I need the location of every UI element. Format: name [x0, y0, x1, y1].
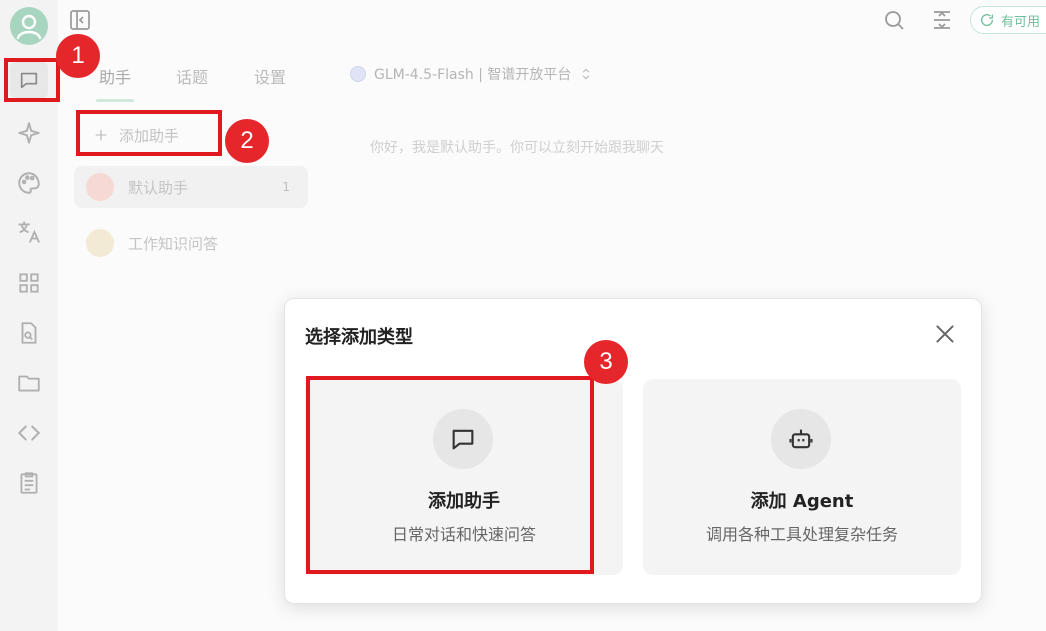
sidebar-item-knowledge[interactable] — [16, 320, 42, 346]
model-label: GLM-4.5-Flash | 智谱开放平台 — [374, 67, 572, 83]
assistant-emoji-icon — [86, 173, 114, 201]
assistant-name: 默认助手 — [128, 178, 189, 197]
sidebar-item-apps[interactable] — [16, 270, 42, 296]
file-search-icon — [21, 322, 37, 344]
tab-topics[interactable]: 话题 — [176, 64, 208, 88]
assistant-emoji-icon — [86, 229, 114, 257]
topic-count-badge: 1 — [282, 180, 290, 194]
expand-icon — [934, 11, 950, 29]
assistant-item-knowledge[interactable]: 工作知识问答 — [74, 222, 308, 264]
active-tab-indicator — [96, 99, 134, 102]
toggle-sidebar-button[interactable] — [68, 8, 92, 32]
sidebar-item-translate[interactable] — [16, 219, 42, 245]
close-button[interactable] — [932, 321, 958, 347]
update-available-pill[interactable]: 有可用 — [970, 6, 1046, 34]
tab-assistants[interactable]: 助手 — [99, 64, 131, 88]
greeting-message: 你好，我是默认助手。你可以立刻开始跟我聊天 — [370, 140, 664, 156]
step-badge-2: 2 — [225, 119, 269, 163]
code-icon — [17, 425, 41, 441]
dialog-title: 选择添加类型 — [305, 327, 413, 348]
sidebar-item-agents[interactable] — [16, 120, 42, 146]
model-selector[interactable]: GLM-4.5-Flash | 智谱开放平台 — [350, 64, 593, 84]
sidebar-item-code[interactable] — [16, 420, 42, 446]
chevron-updown-icon — [583, 68, 590, 80]
sidebar-collapse-icon — [70, 10, 90, 30]
apps-grid-icon — [19, 273, 39, 293]
annotation-highlight-chat — [4, 58, 60, 102]
option-card-agent[interactable]: 添加 Agent 调用各种工具处理复杂任务 — [643, 379, 961, 575]
search-icon — [885, 11, 904, 30]
clipboard-icon — [20, 472, 38, 494]
model-logo-icon — [350, 66, 366, 82]
sidebar-item-paint[interactable] — [16, 170, 42, 196]
refresh-icon — [981, 14, 994, 26]
sidebar-item-files[interactable] — [16, 370, 42, 396]
option-title: 添加 Agent — [750, 491, 854, 512]
sparkle-icon — [18, 122, 40, 144]
user-icon — [16, 14, 42, 40]
tab-settings[interactable]: 设置 — [254, 64, 286, 88]
palette-icon — [18, 172, 40, 194]
step-badge-1: 1 — [56, 34, 100, 78]
step-badge-3: 3 — [584, 340, 628, 384]
annotation-highlight-add-assistant — [76, 110, 222, 156]
search-button[interactable] — [882, 8, 906, 32]
user-avatar[interactable] — [10, 7, 48, 45]
option-description: 调用各种工具处理复杂任务 — [705, 525, 898, 544]
close-icon — [936, 325, 954, 343]
assistant-item-default[interactable]: 默认助手 1 — [74, 166, 308, 208]
update-label: 有可用 — [1001, 14, 1041, 30]
assistant-name: 工作知识问答 — [128, 234, 219, 253]
sidebar-item-notes[interactable] — [16, 470, 42, 496]
layout-button[interactable] — [930, 8, 954, 32]
robot-icon — [771, 409, 831, 469]
annotation-highlight-assistant-option — [306, 376, 594, 574]
folder-icon — [18, 375, 40, 392]
translate-icon — [18, 221, 40, 243]
